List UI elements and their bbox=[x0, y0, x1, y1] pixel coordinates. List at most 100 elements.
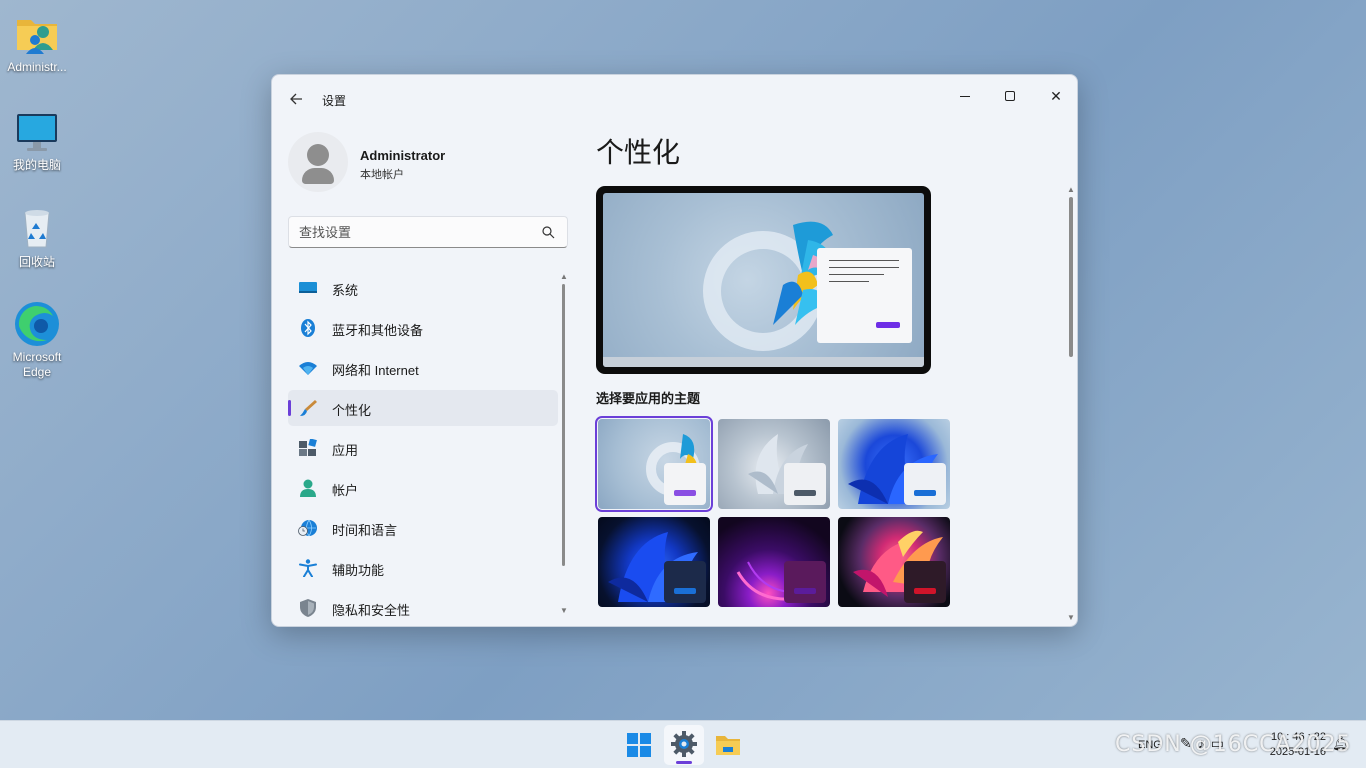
sidebar-item-personalization[interactable]: 个性化 bbox=[288, 390, 558, 426]
theme-card bbox=[784, 561, 826, 603]
sidebar-item-label: 系统 bbox=[332, 283, 359, 298]
theme-tile-glow-purple[interactable] bbox=[718, 517, 830, 607]
sidebar-item-bluetooth[interactable]: 蓝牙和其他设备 bbox=[288, 310, 558, 346]
theme-accent bbox=[914, 490, 936, 496]
back-arrow-icon bbox=[290, 93, 302, 105]
theme-tile-bloom-gray[interactable] bbox=[718, 419, 830, 509]
account-icon bbox=[300, 479, 316, 497]
wifi-icon bbox=[299, 362, 317, 375]
page-title: 个性化 bbox=[596, 137, 681, 168]
preview-dialog bbox=[817, 248, 912, 343]
theme-accent bbox=[794, 490, 816, 496]
scroll-up-icon[interactable]: ▲ bbox=[1067, 185, 1075, 194]
sidebar-item-system[interactable]: 系统 bbox=[288, 270, 558, 306]
sidebar-item-network[interactable]: 网络和 Internet bbox=[288, 350, 558, 386]
desktop-icon-label: 我的电脑 bbox=[12, 158, 61, 172]
sidebar-item-time-language[interactable]: 时间和语言 bbox=[288, 510, 558, 546]
taskbar-settings-button[interactable] bbox=[664, 725, 704, 765]
preview-screen bbox=[603, 193, 924, 367]
desktop-icon-edge[interactable]: Microsoft Edge bbox=[2, 300, 72, 380]
paintbrush-icon bbox=[300, 400, 317, 416]
theme-tile-flow-red[interactable] bbox=[838, 517, 950, 607]
edge-icon bbox=[13, 300, 61, 348]
gear-icon bbox=[671, 731, 697, 757]
maximize-button[interactable] bbox=[987, 81, 1033, 111]
shield-icon bbox=[300, 599, 316, 617]
search-input[interactable] bbox=[299, 223, 529, 241]
themes-heading: 选择要应用的主题 bbox=[596, 391, 701, 406]
theme-card bbox=[904, 561, 946, 603]
theme-tile-bloom-blue-dark[interactable] bbox=[598, 517, 710, 607]
theme-tile-glow-light[interactable] bbox=[595, 416, 713, 512]
sidebar-item-accounts[interactable]: 帐户 bbox=[288, 470, 558, 506]
scroll-down-icon[interactable]: ▼ bbox=[560, 606, 568, 615]
windows-start-icon bbox=[627, 733, 651, 757]
globe-clock-icon bbox=[298, 519, 317, 537]
user-name: Administrator bbox=[360, 148, 446, 163]
minimize-button[interactable] bbox=[941, 81, 987, 111]
sidebar-item-apps[interactable]: 应用 bbox=[288, 430, 558, 466]
system-display-icon bbox=[299, 282, 317, 293]
sidebar-scrollbar[interactable]: ▲ ▼ bbox=[560, 272, 568, 618]
watermark: CSDN @16CCA2025 bbox=[1115, 732, 1352, 757]
computer-icon bbox=[13, 108, 61, 156]
sidebar-item-label: 应用 bbox=[332, 443, 359, 458]
theme-accent bbox=[674, 588, 696, 594]
theme-grid bbox=[595, 416, 956, 609]
theme-accent bbox=[674, 490, 696, 496]
recycle-bin-icon bbox=[13, 205, 61, 253]
folder-icon bbox=[716, 736, 740, 755]
sidebar-item-label: 辅助功能 bbox=[332, 563, 385, 578]
active-app-indicator bbox=[676, 761, 692, 764]
sidebar-item-label: 网络和 Internet bbox=[332, 363, 419, 378]
window-title: 设置 bbox=[322, 94, 347, 108]
desktop-icon-label: Microsoft Edge bbox=[12, 350, 62, 379]
settings-window: 设置 ✕ Administrator 本地帐户 系统 蓝牙和其 bbox=[271, 74, 1078, 627]
scroll-down-icon[interactable]: ▼ bbox=[1067, 613, 1075, 622]
sidebar-nav: 系统 蓝牙和其他设备 网络和 Internet 个性化 应用 帐户 时间和语言 … bbox=[288, 270, 558, 626]
maximize-icon bbox=[1005, 91, 1015, 101]
taskbar-start-button[interactable] bbox=[619, 725, 659, 765]
desktop-icon-recycle-bin[interactable]: 回收站 bbox=[2, 205, 72, 270]
bluetooth-icon bbox=[301, 319, 315, 337]
theme-card bbox=[664, 463, 706, 505]
theme-tile-bloom-blue-light[interactable] bbox=[838, 419, 950, 509]
taskbar-file-explorer-button[interactable] bbox=[708, 725, 748, 765]
avatar[interactable] bbox=[288, 132, 348, 192]
accessibility-icon bbox=[299, 559, 317, 577]
content-scrollbar[interactable]: ▲ ▼ bbox=[1067, 185, 1075, 625]
scroll-up-icon[interactable]: ▲ bbox=[560, 272, 568, 281]
desktop-icon-label: Administr... bbox=[7, 60, 67, 74]
back-button[interactable] bbox=[286, 89, 306, 109]
theme-accent bbox=[914, 588, 936, 594]
scrollbar-thumb[interactable] bbox=[1069, 197, 1073, 357]
account-type: 本地帐户 bbox=[360, 169, 404, 181]
search-box[interactable] bbox=[288, 216, 568, 248]
close-icon: ✕ bbox=[1050, 88, 1062, 104]
apps-icon bbox=[299, 439, 317, 456]
sidebar-item-label: 蓝牙和其他设备 bbox=[332, 323, 424, 338]
theme-card bbox=[904, 463, 946, 505]
theme-preview bbox=[596, 186, 931, 374]
sidebar-item-privacy[interactable]: 隐私和安全性 bbox=[288, 590, 558, 626]
desktop-icon-my-computer[interactable]: 我的电脑 bbox=[2, 108, 72, 173]
preview-taskbar bbox=[603, 357, 924, 367]
avatar-body bbox=[302, 168, 334, 184]
search-icon[interactable] bbox=[541, 225, 555, 239]
close-button[interactable]: ✕ bbox=[1033, 81, 1077, 111]
preview-accent-button bbox=[876, 322, 900, 328]
avatar-head bbox=[307, 144, 329, 166]
scrollbar-thumb[interactable] bbox=[562, 284, 565, 566]
sidebar-item-accessibility[interactable]: 辅助功能 bbox=[288, 550, 558, 586]
theme-card bbox=[784, 463, 826, 505]
sidebar-item-label: 个性化 bbox=[332, 403, 372, 418]
desktop-icon-administrator[interactable]: Administr... bbox=[2, 10, 72, 75]
minimize-icon bbox=[960, 96, 970, 97]
desktop-icon-label: 回收站 bbox=[18, 255, 55, 269]
sidebar-item-label: 帐户 bbox=[332, 483, 359, 498]
sidebar-item-label: 时间和语言 bbox=[332, 523, 398, 538]
title-bar: 设置 ✕ bbox=[272, 75, 1077, 123]
sidebar-item-label: 隐私和安全性 bbox=[332, 603, 411, 618]
theme-card bbox=[664, 561, 706, 603]
user-folder-icon bbox=[13, 10, 61, 58]
